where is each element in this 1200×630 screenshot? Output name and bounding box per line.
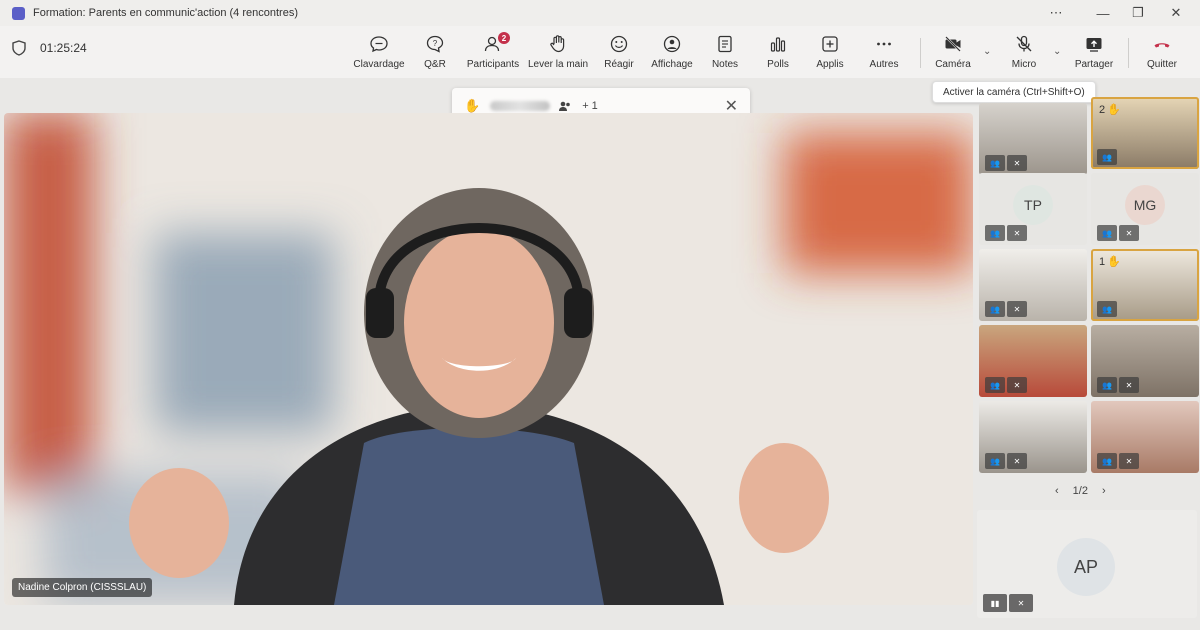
- shield-icon: [12, 40, 26, 56]
- more-label: Autres: [869, 59, 899, 70]
- participants-label: Participants: [466, 59, 520, 70]
- smiley-icon: [610, 35, 628, 53]
- window-more-icon[interactable]: ⋯: [1040, 0, 1072, 26]
- mic-off-icon: ✕: [1007, 301, 1027, 317]
- polls-label: Polls: [767, 59, 789, 70]
- participants-button[interactable]: 2 Participants: [460, 32, 526, 70]
- participants-icon: 👥: [1097, 149, 1117, 165]
- participant-tile[interactable]: MG 👥 ✕: [1091, 173, 1199, 245]
- raise-hand-label: Lever la main: [527, 59, 589, 70]
- speaker-video-frame: [4, 113, 973, 605]
- share-button[interactable]: Partager: [1061, 34, 1127, 70]
- page-indicator: 1/2: [1072, 485, 1088, 497]
- camera-label: Caméra: [935, 59, 971, 70]
- add-apps-icon: [822, 36, 838, 52]
- mic-off-icon: ✕: [1007, 225, 1027, 241]
- mic-button[interactable]: Micro: [991, 34, 1057, 70]
- participants-icon: 👥: [1097, 225, 1117, 241]
- view-icon: [663, 35, 681, 53]
- chat-icon: [370, 36, 388, 53]
- qa-button[interactable]: ? Q&R: [402, 34, 468, 70]
- apps-label: Applis: [816, 59, 844, 70]
- blurred-participant-name: [490, 101, 551, 111]
- share-label: Partager: [1074, 59, 1114, 70]
- teams-app-icon: [12, 6, 25, 20]
- mic-off-icon: ✕: [1007, 453, 1027, 469]
- polls-icon: [770, 37, 786, 52]
- participants-icon: [559, 101, 570, 111]
- avatar: MG: [1125, 185, 1165, 225]
- raised-hand-order: 2: [1099, 103, 1106, 116]
- raised-hand-order: 1: [1099, 255, 1106, 268]
- participant-tile-raised-hand[interactable]: 2 ✋ 👥: [1091, 97, 1199, 169]
- raised-hands-extra-count: + 1: [582, 100, 598, 112]
- qa-icon: ?: [426, 35, 444, 53]
- mic-off-icon: ✕: [1009, 594, 1033, 612]
- notes-label: Notes: [711, 59, 739, 70]
- mic-off-icon: ✕: [1119, 453, 1139, 469]
- participants-icon: 👥: [985, 301, 1005, 317]
- chat-label: Clavardage: [353, 59, 405, 70]
- participant-tile[interactable]: 👥 ✕: [979, 401, 1087, 473]
- avatar: TP: [1013, 185, 1053, 225]
- main-speaker-video: Nadine Colpron (CISSSLAU): [4, 113, 973, 605]
- participant-tile-raised-hand[interactable]: 1 ✋ 👥: [1091, 249, 1199, 321]
- elapsed-time: 01:25:24: [40, 41, 87, 55]
- participants-count-badge: 2: [498, 32, 510, 44]
- notes-icon: [718, 35, 732, 53]
- hand-icon: [550, 35, 565, 53]
- participant-gallery: 👥 ✕ 2 ✋ 👥 TP 👥 ✕ MG 👥 ✕ 👥 ✕ 1 ✋ 👥 👥 ✕ 👥 ✕ 👥 ✕ 👥 ✕ …: [977, 97, 1199, 630]
- window-title: Formation: Parents en communic'action (4…: [33, 7, 298, 19]
- mic-off-icon: ✕: [1119, 225, 1139, 241]
- mic-label: Micro: [1011, 59, 1037, 70]
- mic-off-icon: ✕: [1007, 377, 1027, 393]
- participants-icon: 👥: [985, 225, 1005, 241]
- share-screen-icon: [1086, 38, 1102, 52]
- meeting-timer: 01:25:24: [12, 40, 87, 56]
- participants-icon: 👥: [985, 377, 1005, 393]
- chevron-left-icon[interactable]: ‹: [1055, 485, 1059, 497]
- participant-tile[interactable]: 👥 ✕: [979, 103, 1087, 175]
- leave-button[interactable]: Quitter: [1129, 34, 1195, 70]
- camera-off-icon: [945, 36, 961, 52]
- signal-icon: ▮▮: [983, 594, 1007, 612]
- self-avatar: AP: [1057, 538, 1115, 596]
- more-dots-icon: [877, 42, 891, 46]
- participants-icon: 👥: [1097, 453, 1117, 469]
- mic-off-icon: ✕: [1119, 377, 1139, 393]
- window-maximize-button[interactable]: ❐: [1122, 0, 1154, 26]
- raised-hand-icon: ✋: [1107, 256, 1121, 268]
- self-view-tile[interactable]: AP ▮▮ ✕: [977, 510, 1197, 618]
- view-label: Affichage: [651, 59, 693, 70]
- speaker-name-label: Nadine Colpron (CISSSLAU): [12, 578, 153, 597]
- hang-up-icon: [1154, 43, 1170, 48]
- title-bar: Formation: Parents en communic'action (4…: [0, 0, 1200, 26]
- participants-icon: 👥: [1097, 301, 1117, 317]
- window-minimize-button[interactable]: —: [1087, 0, 1119, 26]
- meeting-toolbar: 01:25:24 Clavardage ? Q&R 2 Participants…: [0, 26, 1200, 78]
- gallery-pager: ‹ 1/2 ›: [1055, 485, 1106, 497]
- raised-hand-icon: ✋: [1107, 104, 1121, 116]
- leave-label: Quitter: [1146, 59, 1177, 70]
- participant-tile[interactable]: TP 👥 ✕: [979, 173, 1087, 245]
- svg-text:?: ?: [433, 39, 438, 48]
- react-label: Réagir: [604, 59, 634, 70]
- camera-button[interactable]: Caméra: [920, 34, 986, 70]
- participants-icon: 👥: [985, 155, 1005, 171]
- raised-hand-icon: ✋: [464, 98, 481, 113]
- participants-icon: 👥: [1097, 377, 1117, 393]
- raise-hand-button[interactable]: Lever la main: [525, 34, 591, 70]
- qa-label: Q&R: [424, 59, 446, 70]
- chevron-right-icon[interactable]: ›: [1102, 485, 1106, 497]
- mic-off-icon: ✕: [1007, 155, 1027, 171]
- window-close-button[interactable]: ✕: [1160, 0, 1192, 26]
- participant-tile[interactable]: 👥 ✕: [979, 325, 1087, 397]
- participant-tile[interactable]: 👥 ✕: [979, 249, 1087, 321]
- more-button[interactable]: Autres: [851, 34, 917, 70]
- participants-icon: 👥: [985, 453, 1005, 469]
- participant-tile[interactable]: 👥 ✕: [1091, 325, 1199, 397]
- participant-tile[interactable]: 👥 ✕: [1091, 401, 1199, 473]
- mic-off-icon: [1016, 35, 1032, 52]
